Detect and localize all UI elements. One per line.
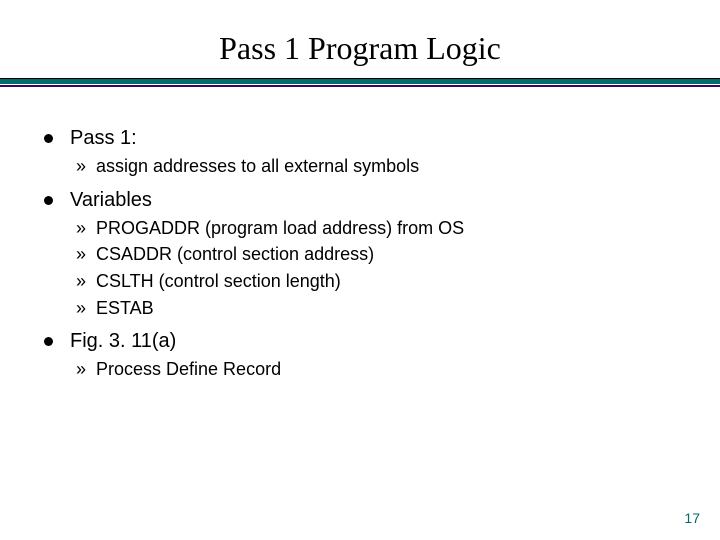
sub-list-item-label: Process Define Record xyxy=(96,359,281,379)
list-item-label: Variables xyxy=(70,189,152,211)
sub-list-item: » CSADDR (control section address) xyxy=(96,244,680,265)
chevron-icon: » xyxy=(76,271,86,292)
list-item: Fig. 3. 11(a) xyxy=(70,330,680,353)
bullet-icon xyxy=(44,337,53,346)
page-number: 17 xyxy=(684,510,700,526)
list-item: Pass 1: xyxy=(70,127,680,150)
divider-band xyxy=(0,79,720,84)
sub-list-item: » CSLTH (control section length) xyxy=(96,271,680,292)
sub-list-item-label: assign addresses to all external symbols xyxy=(96,156,419,176)
bullet-icon xyxy=(44,196,53,205)
sub-list-item: » ESTAB xyxy=(96,298,680,319)
sub-list-item: » Process Define Record xyxy=(96,359,680,380)
list-item: Variables xyxy=(70,189,680,212)
slide: Pass 1 Program Logic Pass 1: » assign ad… xyxy=(0,0,720,540)
list-item-label: Fig. 3. 11(a) xyxy=(70,330,176,352)
sub-list-item: » PROGADDR (program load address) from O… xyxy=(96,218,680,239)
sub-list-item-label: ESTAB xyxy=(96,298,154,318)
chevron-icon: » xyxy=(76,218,86,239)
sub-list-item-label: CSADDR (control section address) xyxy=(96,244,374,264)
list-item-label: Pass 1: xyxy=(70,127,137,149)
chevron-icon: » xyxy=(76,298,86,319)
slide-body: Pass 1: » assign addresses to all extern… xyxy=(0,87,720,380)
chevron-icon: » xyxy=(76,244,86,265)
slide-title: Pass 1 Program Logic xyxy=(0,0,720,79)
sub-list-item-label: PROGADDR (program load address) from OS xyxy=(96,218,464,238)
chevron-icon: » xyxy=(76,156,86,177)
chevron-icon: » xyxy=(76,359,86,380)
sub-list-item-label: CSLTH (control section length) xyxy=(96,271,341,291)
bullet-icon xyxy=(44,134,53,143)
divider-bottom xyxy=(0,85,720,87)
sub-list-item: » assign addresses to all external symbo… xyxy=(96,156,680,177)
divider xyxy=(0,79,720,87)
